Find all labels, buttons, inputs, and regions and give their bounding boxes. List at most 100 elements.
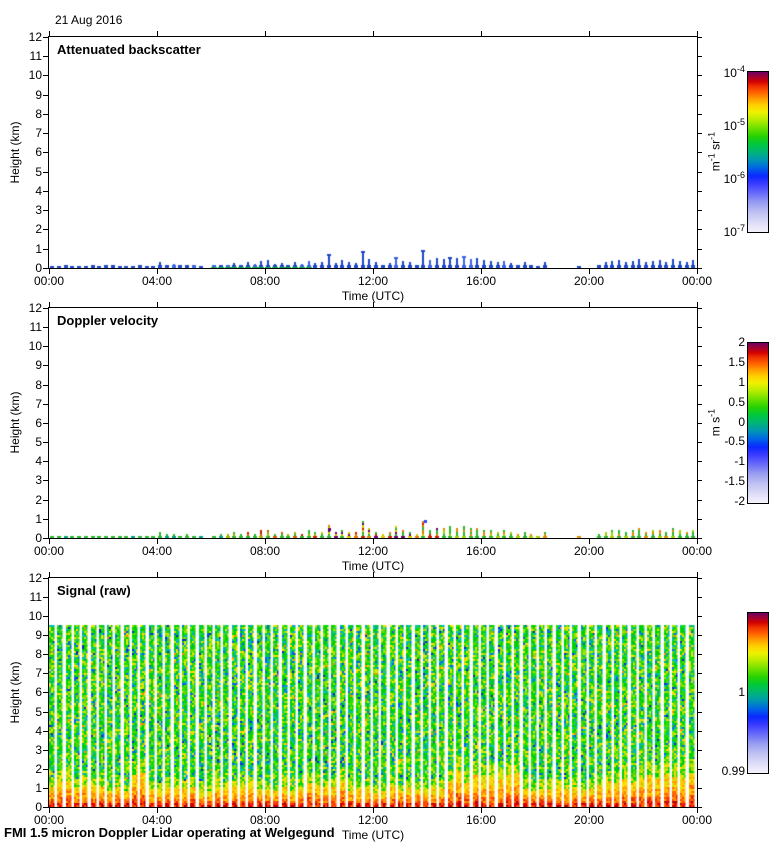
y-tick-label: 12 <box>28 301 42 315</box>
x-axis-tick <box>49 31 50 36</box>
x-tick-label: 00:00 <box>33 813 65 827</box>
y-tick-label: 7 <box>35 126 42 140</box>
x-axis-tick <box>697 302 698 307</box>
x-tick-label: 00:00 <box>681 813 713 827</box>
y-axis-tick <box>43 712 48 713</box>
colorbar-tick-label: -0.5 <box>724 434 745 448</box>
y-axis-tick <box>697 461 702 462</box>
y-axis-tick <box>697 249 702 250</box>
x-tick-label: 16:00 <box>465 274 497 288</box>
y-axis-tick <box>697 635 702 636</box>
x-axis-tick <box>49 572 50 577</box>
y-axis-tick <box>43 346 48 347</box>
y-axis-tick <box>43 268 48 269</box>
y-axis-tick <box>43 365 48 366</box>
x-tick-label: 08:00 <box>249 813 281 827</box>
y-axis-tick <box>697 56 702 57</box>
backscatter-heatmap-canvas <box>49 37 697 268</box>
y-axis-tick <box>43 519 48 520</box>
y-tick-label: 9 <box>35 628 42 642</box>
y-axis-tick <box>43 229 48 230</box>
y-axis-tick <box>697 480 702 481</box>
colorbar-tick-label: 0 <box>738 415 745 429</box>
colorbar-tick-label: -1.5 <box>724 474 745 488</box>
y-tick-label: 11 <box>29 320 42 334</box>
y-tick-label: 11 <box>29 590 42 604</box>
y-axis-tick <box>43 480 48 481</box>
y-axis-tick <box>43 249 48 250</box>
y-axis-tick <box>43 308 48 309</box>
x-axis-tick <box>481 31 482 36</box>
y-axis-tick <box>43 616 48 617</box>
x-axis-tick <box>589 572 590 577</box>
y-tick-label: 1 <box>35 781 42 795</box>
y-tick-label: 6 <box>35 416 42 430</box>
x-tick-label: 16:00 <box>465 544 497 558</box>
x-tick-label: 00:00 <box>33 274 65 288</box>
y-axis-tick <box>43 538 48 539</box>
x-tick-label: 04:00 <box>141 544 173 558</box>
y-axis-tick <box>697 769 702 770</box>
x-axis-tick <box>157 572 158 577</box>
y-axis-tick <box>697 308 702 309</box>
x-tick-label: 00:00 <box>33 544 65 558</box>
y-tick-label: 12 <box>28 571 42 585</box>
y-tick-label: 0 <box>35 531 42 545</box>
y-axis-tick <box>697 750 702 751</box>
y-tick-label: 9 <box>35 358 42 372</box>
y-axis-tick <box>697 191 702 192</box>
y-axis-tick <box>697 654 702 655</box>
colorbar-tick-label: -1 <box>734 454 745 468</box>
y-tick-label: 1 <box>35 512 42 526</box>
y-axis-tick <box>697 673 702 674</box>
x-tick-label: 20:00 <box>573 544 605 558</box>
x-tick-label: 16:00 <box>465 813 497 827</box>
y-axis-tick <box>43 654 48 655</box>
y-axis-tick <box>697 95 702 96</box>
y-axis-tick <box>697 75 702 76</box>
y-axis-tick <box>43 807 48 808</box>
y-axis-tick <box>697 404 702 405</box>
colorbar-signal <box>747 612 769 774</box>
y-tick-label: 10 <box>28 609 42 623</box>
colorbar-tick-label: 0.99 <box>721 764 745 778</box>
y-tick-label: 0 <box>35 261 42 275</box>
x-axis-tick <box>265 31 266 36</box>
y-axis-tick <box>43 788 48 789</box>
colorbar-tick-label: 1 <box>738 685 745 699</box>
y-axis-tick <box>43 442 48 443</box>
y-tick-label: 3 <box>35 743 42 757</box>
y-axis-tick <box>697 172 702 173</box>
x-axis-label: Time (UTC) <box>341 559 405 573</box>
colorbar-tick-label: 2 <box>738 335 745 349</box>
x-axis-tick <box>481 302 482 307</box>
x-tick-label: 08:00 <box>249 274 281 288</box>
x-tick-label: 20:00 <box>573 274 605 288</box>
y-axis-tick <box>697 327 702 328</box>
y-axis-tick <box>43 731 48 732</box>
y-axis-tick <box>43 461 48 462</box>
colorbar-tick-label: 10-4 <box>723 64 745 80</box>
y-axis-tick <box>43 673 48 674</box>
colorbar-tick-label: 10-5 <box>723 117 745 133</box>
y-tick-label: 6 <box>35 685 42 699</box>
y-axis-tick <box>697 210 702 211</box>
x-tick-label: 00:00 <box>681 274 713 288</box>
x-axis-tick <box>481 572 482 577</box>
y-tick-label: 8 <box>35 647 42 661</box>
figure-date: 21 Aug 2016 <box>55 13 123 27</box>
y-axis-tick <box>43 769 48 770</box>
x-axis-tick <box>589 31 590 36</box>
y-axis-tick <box>43 75 48 76</box>
instrument-caption: FMI 1.5 micron Doppler Lidar operating a… <box>4 825 335 840</box>
y-axis-tick <box>43 385 48 386</box>
x-axis-tick <box>373 572 374 577</box>
y-axis-tick <box>43 327 48 328</box>
y-axis-tick <box>697 692 702 693</box>
x-axis-tick <box>265 302 266 307</box>
colorbar-backscatter <box>747 71 769 233</box>
panel-title-backscatter: Attenuated backscatter <box>57 42 201 57</box>
y-tick-label: 12 <box>28 30 42 44</box>
y-tick-label: 7 <box>35 397 42 411</box>
y-tick-label: 6 <box>35 145 42 159</box>
